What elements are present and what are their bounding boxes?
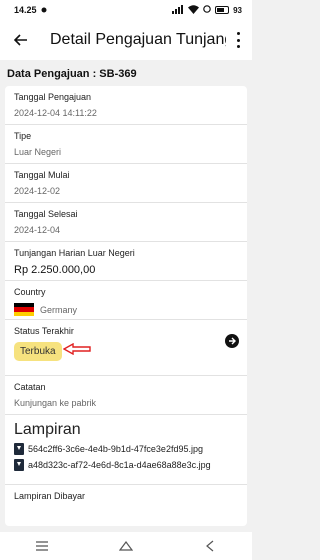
field-tanggal-selesai: Tanggal Selesai 2024-12-04 (5, 203, 247, 242)
field-value: 2024-12-04 (14, 225, 61, 235)
germany-flag-icon (14, 303, 34, 316)
field-label: Tipe (14, 131, 32, 141)
field-label: Country (14, 287, 46, 297)
system-nav-bar (0, 532, 252, 560)
field-tanggal-pengajuan: Tanggal Pengajuan 2024-12-04 14:11:22 (5, 86, 247, 125)
field-label: Tanggal Pengajuan (14, 92, 92, 102)
battery-level: 93 (233, 5, 242, 15)
field-label: Tunjangan Harian Luar Negeri (14, 248, 135, 258)
field-value: 2024-12-04 14:11:22 (14, 108, 97, 118)
page-title: Detail Pengajuan Tunjangan (50, 31, 226, 48)
back-icon[interactable] (198, 538, 222, 554)
field-lampiran: Lampiran 564c2ff6-3c6e-4e4b-9b1d-47fce3e… (5, 415, 247, 485)
field-catatan: Catatan Kunjungan ke pabrik (5, 376, 247, 415)
field-label: Lampiran (14, 421, 81, 438)
home-icon[interactable] (114, 538, 138, 554)
section-heading: Data Pengajuan : SB-369 (0, 60, 252, 86)
field-tunjangan: Tunjangan Harian Luar Negeri Rp 2.250.00… (5, 242, 247, 281)
more-options-icon[interactable] (232, 30, 244, 50)
field-label: Tanggal Selesai (14, 209, 78, 219)
field-value: Kunjungan ke pabrik (14, 398, 97, 408)
attachment-name: 564c2ff6-3c6e-4e4b-9b1d-47fce3e2fd95.jpg (28, 444, 203, 454)
field-lampiran-dibayar: Lampiran Dibayar (5, 485, 247, 501)
attachment-item[interactable]: a48d323c-af72-4e6d-8c1a-d4ae68a88e3c.jpg (14, 459, 238, 471)
attachment-item[interactable]: 564c2ff6-3c6e-4e4b-9b1d-47fce3e2fd95.jpg (14, 443, 238, 455)
detail-card: Tanggal Pengajuan 2024-12-04 14:11:22 Ti… (5, 86, 247, 526)
status-time: 14.25 (14, 5, 37, 15)
alarm-icon (203, 5, 211, 15)
wifi-icon (188, 4, 200, 16)
signal-icon (172, 4, 184, 16)
field-country: Country Germany (5, 281, 247, 320)
field-value: Germany (40, 304, 78, 315)
field-label: Status Terakhir (14, 326, 74, 336)
attachment-name: a48d323c-af72-4e6d-8c1a-d4ae68a88e3c.jpg (28, 460, 211, 470)
menu-icon[interactable] (30, 538, 54, 554)
battery-icon (215, 6, 230, 14)
field-value: 2024-12-02 (14, 186, 61, 196)
field-label: Catatan (14, 382, 46, 392)
app-bar: Detail Pengajuan Tunjangan (0, 20, 252, 60)
field-tanggal-mulai: Tanggal Mulai 2024-12-02 (5, 164, 247, 203)
red-arrow-annotation-icon (62, 342, 91, 360)
field-label: Tanggal Mulai (14, 170, 70, 180)
back-arrow-icon[interactable] (10, 29, 32, 51)
notification-dot-icon (41, 5, 47, 15)
field-status: Status Terakhir Terbuka (5, 320, 247, 376)
field-value: Rp 2.250.000,00 (14, 264, 96, 276)
file-download-icon (14, 459, 24, 471)
file-download-icon (14, 443, 24, 455)
field-value: Luar Negeri (14, 147, 62, 157)
status-badge: Terbuka (14, 342, 62, 361)
field-tipe: Tipe Luar Negeri (5, 125, 247, 164)
field-label: Lampiran Dibayar (14, 491, 86, 501)
status-bar: 14.25 93 (0, 0, 252, 20)
status-detail-arrow-icon[interactable] (225, 334, 239, 348)
